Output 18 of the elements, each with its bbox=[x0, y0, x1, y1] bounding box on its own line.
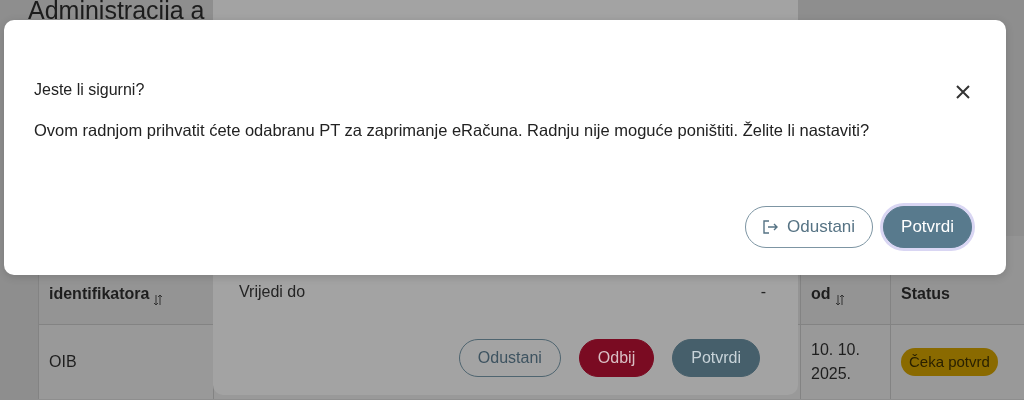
page-title: Administracija a bbox=[27, 0, 206, 26]
sort-icon[interactable] bbox=[153, 294, 164, 306]
reject-button[interactable]: Odbij bbox=[578, 339, 655, 377]
sort-icon[interactable] bbox=[834, 294, 845, 306]
field-label: Vrijedi do bbox=[239, 282, 306, 302]
status-badge: Čeka potvrd bbox=[901, 347, 998, 377]
table-cell: 10. 10. 2025. bbox=[800, 324, 890, 399]
exit-icon bbox=[763, 220, 780, 234]
cancel-button[interactable]: Odustani bbox=[745, 206, 874, 248]
confirm-button[interactable]: Potvrdi bbox=[883, 206, 972, 248]
column-header: Status bbox=[901, 284, 950, 304]
confirm-button[interactable]: Potvrdi bbox=[672, 339, 760, 377]
dialog-message: Ovom radnjom prihvatit ćete odabranu PT za zaprimanje eRačuna. Radnju nije moguće poništiti. Želite li nastaviti? bbox=[34, 120, 870, 141]
dialog-title: Jeste li sigurni? bbox=[34, 80, 145, 100]
column-header: identifikatora bbox=[49, 284, 150, 304]
table-cell: OIB bbox=[38, 324, 213, 399]
column-header: od bbox=[811, 284, 831, 304]
field-value: - bbox=[760, 282, 766, 302]
